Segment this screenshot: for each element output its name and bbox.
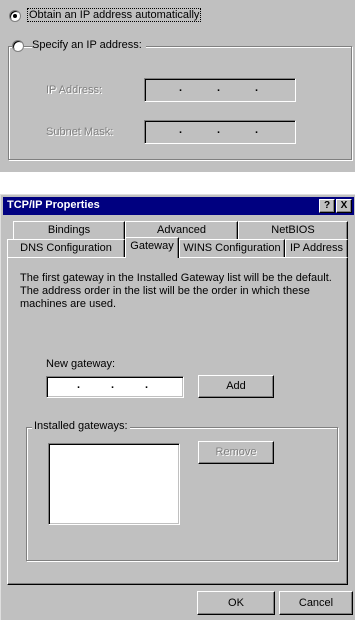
specify-ip-label[interactable]: Specify an IP address:	[32, 39, 146, 51]
ip-address-label: IP Address:	[46, 84, 103, 96]
close-button[interactable]: X	[336, 199, 352, 213]
ip-settings-panel: Obtain an IP address automatically Speci…	[0, 0, 355, 172]
ok-button[interactable]: OK	[197, 591, 275, 615]
new-gateway-label: New gateway:	[46, 358, 116, 370]
radio-selected-dot	[13, 14, 17, 18]
obtain-auto-radio[interactable]	[9, 10, 21, 22]
ip-sep-3: .	[255, 82, 259, 94]
title-bar[interactable]: TCP/IP Properties ? X	[3, 197, 354, 215]
obtain-auto-label[interactable]: Obtain an IP address automatically	[27, 8, 202, 22]
mask-sep-1: .	[179, 124, 183, 136]
tab-dns-configuration[interactable]: DNS Configuration	[7, 239, 125, 257]
tab-wins-configuration[interactable]: WINS Configuration	[179, 239, 285, 257]
ip-sep-2: .	[217, 82, 221, 94]
specify-ip-radio[interactable]	[12, 40, 24, 52]
mask-sep-3: .	[255, 124, 259, 136]
installed-gateways-label: Installed gateways:	[32, 420, 130, 432]
ip-address-field[interactable]: . . .	[144, 78, 296, 102]
dialog-title: TCP/IP Properties	[7, 199, 100, 211]
subnet-mask-label: Subnet Mask:	[46, 126, 114, 138]
help-button[interactable]: ?	[319, 199, 335, 213]
tcpip-properties-dialog: TCP/IP Properties ? X Bindings Advanced …	[0, 194, 355, 620]
cancel-button-label: Cancel	[298, 597, 334, 609]
add-button-label: Add	[226, 380, 246, 392]
subnet-mask-field[interactable]: . . .	[144, 120, 296, 144]
cancel-button[interactable]: Cancel	[279, 591, 353, 615]
remove-button[interactable]: Remove	[198, 441, 274, 464]
mask-sep-2: .	[217, 124, 221, 136]
gw-sep-1: .	[77, 379, 81, 391]
remove-button-label: Remove	[215, 446, 257, 458]
add-button[interactable]: Add	[198, 375, 274, 398]
tab-gateway[interactable]: Gateway	[125, 237, 179, 258]
new-gateway-input[interactable]: . . .	[46, 376, 184, 398]
gateway-tab-page: The first gateway in the Installed Gatew…	[7, 257, 348, 585]
tab-bindings[interactable]: Bindings	[13, 221, 125, 239]
help-icon: ?	[323, 200, 331, 211]
ip-sep-1: .	[179, 82, 183, 94]
gw-sep-3: .	[145, 379, 149, 391]
tab-ip-address[interactable]: IP Address	[285, 239, 348, 257]
gateway-description: The first gateway in the Installed Gatew…	[20, 272, 332, 310]
gw-sep-2: .	[111, 379, 115, 391]
installed-gateways-list[interactable]	[48, 443, 180, 525]
close-icon: X	[340, 200, 348, 211]
ok-button-label: OK	[228, 597, 244, 609]
tab-netbios[interactable]: NetBIOS	[238, 221, 348, 239]
specify-ip-radio-row[interactable]: Specify an IP address:	[12, 38, 146, 54]
